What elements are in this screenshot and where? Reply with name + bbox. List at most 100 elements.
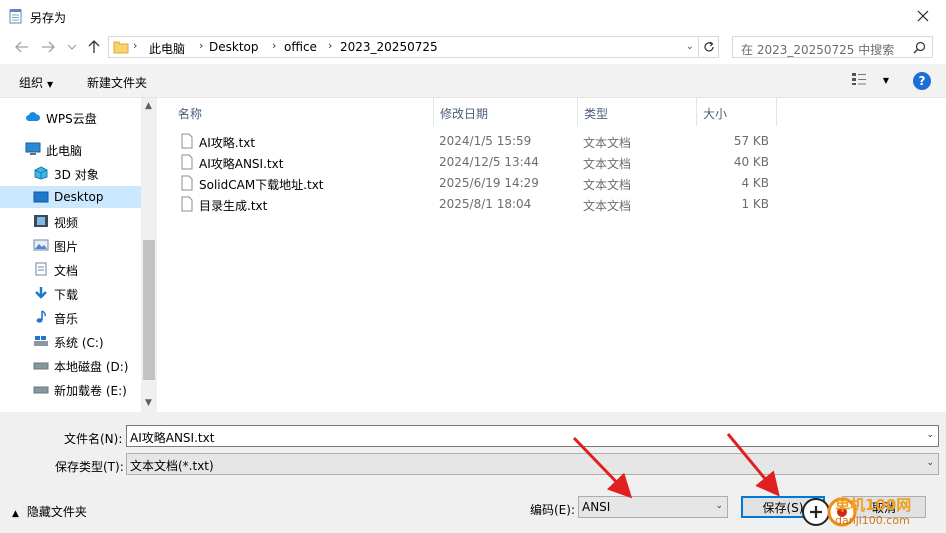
search-icon bbox=[913, 41, 926, 54]
download-icon bbox=[35, 287, 47, 299]
file-row[interactable]: SolidCAM下载地址.txt 2025/6/19 14:29 文本文档 4 … bbox=[157, 173, 946, 194]
nav-item-drive-d[interactable]: 本地磁盘 (D:) bbox=[0, 354, 141, 376]
hide-folders-button[interactable]: ▲ 隐藏文件夹 bbox=[12, 503, 87, 520]
navigation-scrollbar[interactable]: ▲ ▼ bbox=[141, 98, 157, 412]
text-file-icon bbox=[181, 175, 193, 191]
file-name: 目录生成.txt bbox=[199, 199, 268, 213]
breadcrumb-this-pc[interactable]: 此电脑 bbox=[149, 40, 185, 57]
new-folder-button[interactable]: 新建文件夹 bbox=[87, 74, 147, 91]
close-icon bbox=[917, 10, 929, 22]
window-title: 另存为 bbox=[30, 11, 67, 25]
navigation-pane: WPS云盘 此电脑 3D 对象 Desktop 视频 图片 文档 下载 音乐 系… bbox=[0, 98, 157, 412]
desktop-icon bbox=[33, 191, 49, 203]
file-size: 1 KB bbox=[741, 197, 769, 211]
address-dropdown-icon[interactable]: ⌄ bbox=[686, 41, 694, 52]
breadcrumb-separator: › bbox=[272, 39, 277, 52]
column-label: 大小 bbox=[703, 107, 728, 121]
file-name: AI攻略ANSI.txt bbox=[199, 157, 284, 171]
file-name: AI攻略.txt bbox=[199, 136, 256, 150]
search-placeholder: 在 2023_20250725 中搜索 bbox=[741, 43, 895, 57]
file-date: 2024/1/5 15:59 bbox=[439, 134, 532, 148]
watermark-url: danji100.com bbox=[835, 514, 910, 527]
documents-icon bbox=[35, 262, 47, 276]
nav-item-pictures[interactable]: 图片 bbox=[0, 234, 141, 256]
caret-down-icon: ▼ bbox=[882, 76, 889, 85]
cloud-icon bbox=[26, 112, 41, 121]
hide-folders-label: 隐藏文件夹 bbox=[26, 505, 87, 519]
text-file-icon bbox=[181, 196, 193, 212]
drive-icon bbox=[33, 386, 49, 394]
nav-label: 视频 bbox=[54, 216, 79, 230]
nav-item-this-pc[interactable]: 此电脑 bbox=[0, 138, 141, 160]
nav-item-downloads[interactable]: 下载 bbox=[0, 282, 141, 304]
watermark-title: 单机100网 bbox=[835, 496, 912, 514]
filetype-select[interactable]: 文本文档(*.txt) ⌄ bbox=[126, 453, 939, 475]
filename-label: 文件名(N): bbox=[64, 432, 123, 446]
nav-item-documents[interactable]: 文档 bbox=[0, 258, 141, 280]
column-name[interactable]: 名称 ︿ bbox=[172, 98, 434, 126]
up-button[interactable] bbox=[86, 39, 102, 55]
text-file-icon bbox=[181, 133, 193, 149]
address-bar[interactable]: › 此电脑 › Desktop › office › 2023_20250725… bbox=[108, 36, 699, 58]
column-size[interactable]: 大小 bbox=[697, 98, 777, 126]
nav-label: 音乐 bbox=[54, 312, 79, 326]
nav-item-videos[interactable]: 视频 bbox=[0, 210, 141, 232]
refresh-button[interactable] bbox=[699, 36, 719, 58]
video-icon bbox=[34, 215, 48, 227]
search-input[interactable]: 在 2023_20250725 中搜索 bbox=[732, 36, 933, 58]
column-date[interactable]: 修改日期 bbox=[434, 98, 578, 126]
pictures-icon bbox=[33, 239, 49, 251]
nav-item-3d-objects[interactable]: 3D 对象 bbox=[0, 162, 141, 184]
filetype-label: 保存类型(T): bbox=[55, 460, 124, 474]
help-button[interactable]: ? bbox=[913, 72, 931, 90]
music-icon bbox=[36, 310, 46, 323]
scrollbar-thumb[interactable] bbox=[143, 240, 155, 380]
nav-item-music[interactable]: 音乐 bbox=[0, 306, 141, 328]
nav-item-drive-e[interactable]: 新加载卷 (E:) bbox=[0, 378, 141, 400]
nav-label: Desktop bbox=[54, 190, 104, 204]
file-list: 名称 ︿ 修改日期 类型 大小 AI攻略.txt 2024/1/5 15:59 … bbox=[157, 98, 946, 412]
nav-label: 3D 对象 bbox=[54, 168, 99, 182]
nav-label: 本地磁盘 (D:) bbox=[54, 360, 129, 374]
file-size: 57 KB bbox=[733, 134, 769, 148]
chevron-down-icon bbox=[67, 44, 77, 50]
title-bar: 另存为 bbox=[0, 0, 946, 32]
nav-item-wps-cloud[interactable]: WPS云盘 bbox=[0, 106, 141, 128]
refresh-icon bbox=[703, 41, 714, 52]
scroll-up-icon[interactable]: ▲ bbox=[145, 101, 152, 111]
breadcrumb-office[interactable]: office bbox=[284, 40, 317, 54]
filename-input[interactable]: AI攻略ANSI.txt ⌄ bbox=[126, 425, 939, 447]
encoding-select[interactable]: ANSI ⌄ bbox=[578, 496, 728, 518]
nav-label: 系统 (C:) bbox=[54, 336, 104, 350]
breadcrumb-separator: › bbox=[328, 39, 333, 52]
nav-item-drive-c[interactable]: 系统 (C:) bbox=[0, 330, 141, 352]
nav-item-desktop[interactable]: Desktop bbox=[0, 186, 141, 208]
file-row[interactable]: AI攻略.txt 2024/1/5 15:59 文本文档 57 KB bbox=[157, 131, 946, 152]
recent-locations-button[interactable] bbox=[64, 39, 80, 55]
nav-label: 文档 bbox=[54, 264, 79, 278]
nav-label: 新加载卷 (E:) bbox=[54, 384, 127, 398]
organize-button[interactable]: 组织 ▼ bbox=[19, 74, 53, 91]
arrow-left-icon bbox=[15, 41, 28, 53]
column-type[interactable]: 类型 bbox=[578, 98, 697, 126]
scroll-down-icon[interactable]: ▼ bbox=[145, 398, 152, 408]
file-row[interactable]: 目录生成.txt 2025/8/1 18:04 文本文档 1 KB bbox=[157, 194, 946, 215]
forward-button[interactable] bbox=[40, 39, 56, 55]
nav-label: 下载 bbox=[54, 288, 79, 302]
back-button[interactable] bbox=[14, 39, 30, 55]
encoding-value: ANSI bbox=[582, 500, 611, 514]
chevron-down-icon: ⌄ bbox=[715, 501, 723, 511]
caret-up-icon: ▲ bbox=[12, 509, 19, 519]
breadcrumb-separator: › bbox=[199, 39, 204, 52]
folder-icon bbox=[113, 41, 129, 54]
column-label: 类型 bbox=[584, 107, 609, 121]
breadcrumb-folder[interactable]: 2023_20250725 bbox=[340, 40, 438, 54]
file-row[interactable]: AI攻略ANSI.txt 2024/12/5 13:44 文本文档 40 KB bbox=[157, 152, 946, 173]
view-options-button[interactable]: ▼ bbox=[851, 72, 889, 89]
close-button[interactable] bbox=[910, 4, 936, 28]
chevron-down-icon[interactable]: ⌄ bbox=[926, 430, 934, 440]
sort-ascending-icon: ︿ bbox=[178, 106, 186, 115]
details-view-icon bbox=[852, 73, 866, 85]
file-type: 文本文档 bbox=[583, 178, 632, 192]
breadcrumb-desktop[interactable]: Desktop bbox=[209, 40, 259, 54]
